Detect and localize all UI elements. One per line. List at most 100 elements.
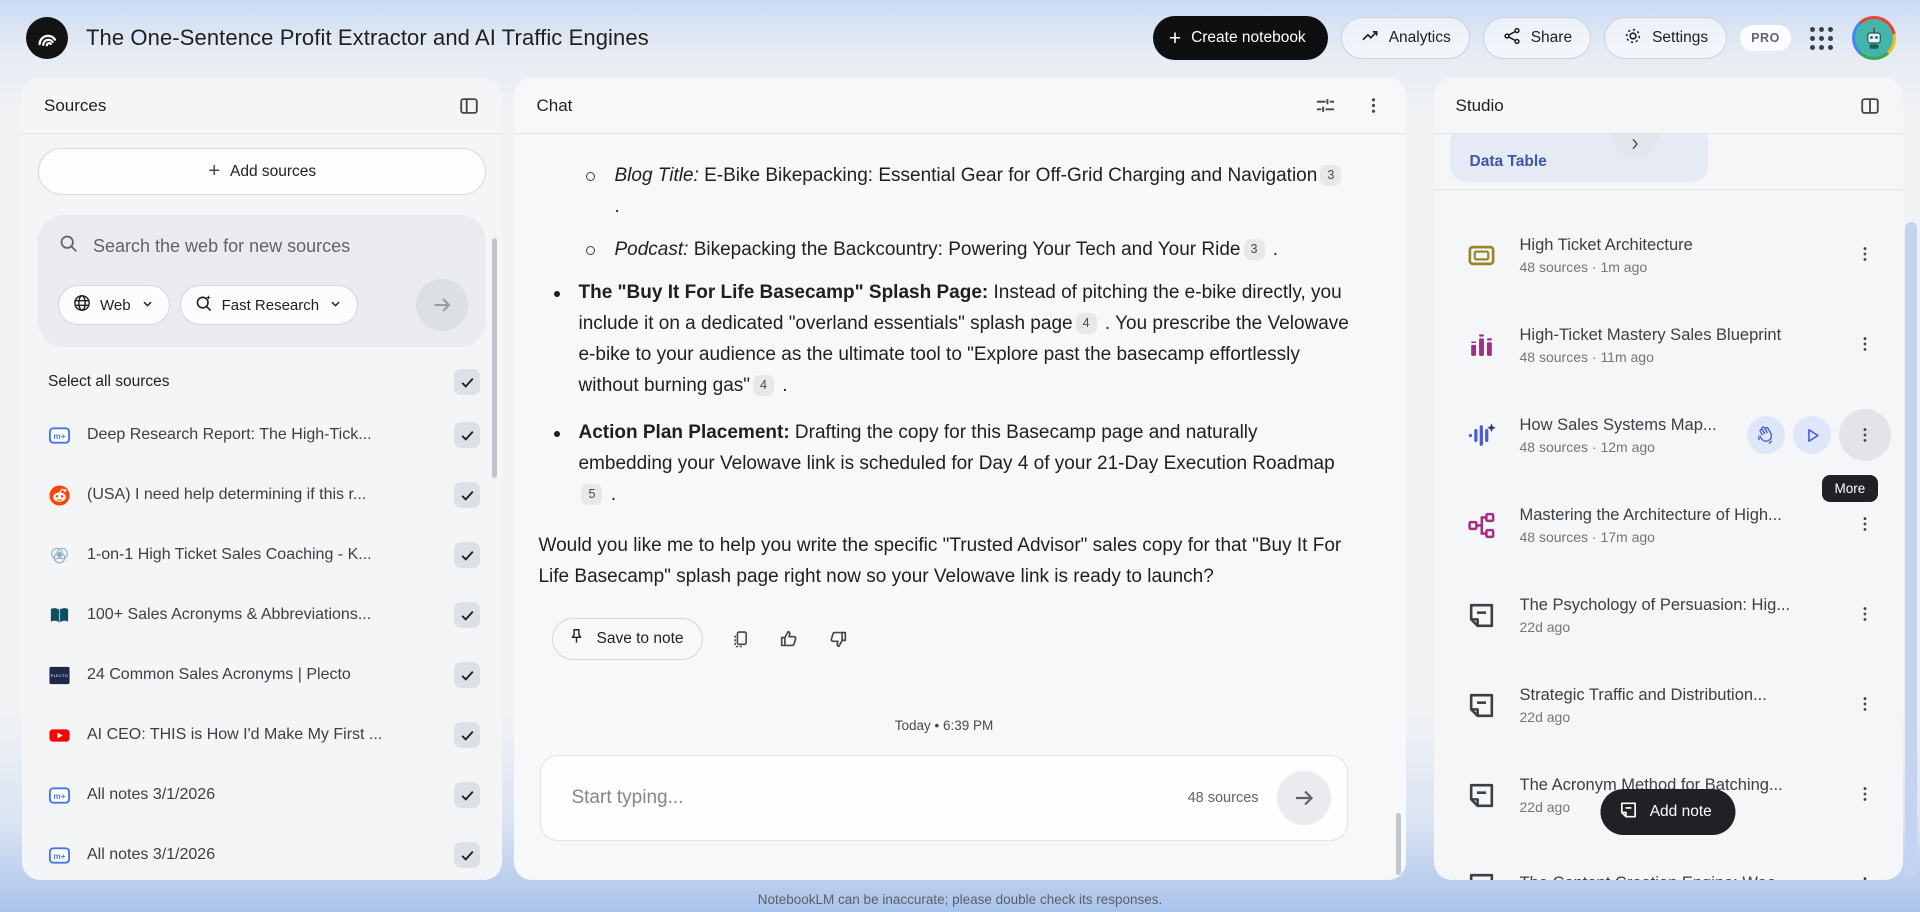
source-checkbox[interactable] bbox=[454, 662, 480, 688]
notebooklm-note-icon: m+ bbox=[48, 784, 72, 807]
source-row[interactable]: 1-on-1 High Ticket Sales Coaching - K... bbox=[38, 525, 486, 585]
text-segment: The "Buy It For Life Basecamp" Splash Pa… bbox=[578, 282, 988, 303]
studio-item-meta: 48 sources · 17m ago bbox=[1520, 529, 1833, 545]
studio-item-title: The Content Creation Engine: Wee... bbox=[1520, 874, 1833, 881]
source-checkbox[interactable] bbox=[454, 482, 480, 508]
flashcards-icon bbox=[1466, 240, 1498, 271]
item-more-menu-icon[interactable] bbox=[1855, 334, 1875, 357]
apps-grid-icon[interactable] bbox=[1804, 21, 1839, 56]
item-more-menu-icon[interactable] bbox=[1839, 409, 1891, 461]
source-checkbox[interactable] bbox=[454, 842, 480, 868]
expand-studio-panel-icon[interactable] bbox=[1859, 95, 1881, 117]
studio-item-title: High Ticket Architecture bbox=[1520, 236, 1833, 255]
studio-list: High Ticket Architecture 48 sources · 1m… bbox=[1434, 210, 1903, 880]
thumbs-up-icon[interactable] bbox=[778, 628, 800, 650]
add-note-button[interactable]: Add note bbox=[1601, 789, 1736, 835]
studio-item-row[interactable]: The Content Creation Engine: Wee... bbox=[1434, 840, 1903, 880]
source-row[interactable]: m+ All notes 3/1/2026 bbox=[38, 765, 486, 825]
chat-settings-tune-icon[interactable] bbox=[1314, 94, 1337, 117]
send-button[interactable] bbox=[1277, 771, 1331, 825]
play-audio-button[interactable] bbox=[1793, 416, 1831, 454]
source-row[interactable]: (USA) I need help determining if this r.… bbox=[38, 465, 486, 525]
svg-text:m+: m+ bbox=[53, 851, 65, 860]
citation-chip[interactable]: 3 bbox=[1320, 165, 1341, 186]
select-all-checkbox[interactable] bbox=[454, 369, 480, 395]
source-row[interactable]: PLECTO 24 Common Sales Acronyms | Plecto bbox=[38, 645, 486, 705]
source-row[interactable]: 100+ Sales Acronyms & Abbreviations... bbox=[38, 585, 486, 645]
studio-item-row[interactable]: How Sales Systems Map... 48 sources · 12… bbox=[1434, 390, 1903, 480]
search-input[interactable] bbox=[93, 236, 468, 257]
item-more-menu-icon[interactable] bbox=[1855, 514, 1875, 537]
note-add-icon bbox=[1619, 800, 1639, 825]
source-checkbox[interactable] bbox=[454, 542, 480, 568]
app-header: The One-Sentence Profit Extractor and AI… bbox=[0, 0, 1920, 76]
page-scrollbar[interactable] bbox=[1905, 222, 1917, 878]
user-avatar[interactable] bbox=[1852, 16, 1896, 60]
add-sources-button[interactable]: + Add sources bbox=[38, 148, 486, 195]
note-icon bbox=[1466, 690, 1498, 721]
plus-icon: + bbox=[1169, 28, 1181, 49]
chat-scrollbar[interactable] bbox=[1396, 813, 1401, 875]
chat-input[interactable] bbox=[571, 787, 1187, 809]
youtube-icon bbox=[48, 724, 72, 747]
source-checkbox[interactable] bbox=[454, 602, 480, 628]
source-checkbox[interactable] bbox=[454, 722, 480, 748]
analytics-button[interactable]: Analytics bbox=[1341, 17, 1470, 59]
settings-label: Settings bbox=[1652, 29, 1708, 47]
thumbs-down-icon[interactable] bbox=[827, 628, 849, 650]
save-to-note-button[interactable]: Save to note bbox=[552, 618, 702, 660]
item-more-menu-icon[interactable] bbox=[1855, 604, 1875, 627]
share-icon bbox=[1502, 26, 1522, 51]
item-more-menu-icon[interactable] bbox=[1855, 694, 1875, 717]
studio-item-row[interactable]: High-Ticket Mastery Sales Blueprint 48 s… bbox=[1434, 300, 1903, 390]
plecto-icon: PLECTO bbox=[48, 664, 72, 687]
text-segment: Action Plan Placement: bbox=[578, 422, 789, 443]
notebooklm-note-icon: m+ bbox=[48, 844, 72, 867]
notebooklm-logo-icon[interactable] bbox=[26, 17, 68, 59]
chat-panel-title: Chat bbox=[536, 96, 572, 116]
studio-item-row[interactable]: The Psychology of Persuasion: Hig... 22d… bbox=[1434, 570, 1903, 660]
web-filter-label: Web bbox=[100, 297, 131, 314]
analytics-label: Analytics bbox=[1389, 29, 1451, 47]
citation-chip[interactable]: 3 bbox=[1244, 239, 1265, 260]
note-icon bbox=[1466, 870, 1498, 881]
notebook-title[interactable]: The One-Sentence Profit Extractor and AI… bbox=[86, 25, 649, 51]
web-filter-dropdown[interactable]: Web bbox=[58, 285, 170, 325]
citation-chip[interactable]: 4 bbox=[753, 375, 774, 396]
item-more-menu-icon[interactable] bbox=[1855, 784, 1875, 807]
pin-icon bbox=[567, 627, 586, 651]
chat-sub-bullet: Podcast: Bikepacking the Backcountry: Po… bbox=[538, 234, 1349, 265]
source-title: Deep Research Report: The High-Tick... bbox=[87, 426, 439, 444]
more-tooltip: More bbox=[1822, 475, 1879, 502]
citation-chip[interactable]: 5 bbox=[581, 484, 602, 505]
research-mode-dropdown[interactable]: Fast Research bbox=[180, 285, 359, 325]
studio-item-meta: 48 sources · 1m ago bbox=[1520, 259, 1833, 275]
source-row[interactable]: m+ All notes 3/1/2026 bbox=[38, 825, 486, 880]
studio-item-title: The Psychology of Persuasion: Hig... bbox=[1520, 596, 1833, 615]
svg-text:m+: m+ bbox=[53, 431, 65, 440]
settings-button[interactable]: Settings bbox=[1604, 17, 1727, 59]
collapse-sources-panel-icon[interactable] bbox=[458, 95, 480, 117]
source-checkbox[interactable] bbox=[454, 782, 480, 808]
sources-scrollbar[interactable] bbox=[492, 238, 497, 478]
submit-search-button[interactable] bbox=[416, 279, 468, 331]
chat-paragraph: Would you like me to help you write the … bbox=[538, 530, 1349, 592]
item-more-menu-icon[interactable] bbox=[1855, 244, 1875, 267]
chat-more-menu-icon[interactable] bbox=[1363, 95, 1384, 116]
source-row[interactable]: AI CEO: THIS is How I'd Make My First ..… bbox=[38, 705, 486, 765]
share-button[interactable]: Share bbox=[1483, 17, 1591, 59]
studio-item-row[interactable]: High Ticket Architecture 48 sources · 1m… bbox=[1434, 210, 1903, 300]
studio-item-title: Strategic Traffic and Distribution... bbox=[1520, 686, 1833, 705]
data-table-chip[interactable]: Data Table bbox=[1450, 134, 1708, 182]
text-segment: Podcast: bbox=[614, 239, 688, 260]
source-title: 1-on-1 High Ticket Sales Coaching - K... bbox=[87, 546, 439, 564]
item-more-menu-icon[interactable] bbox=[1855, 874, 1875, 881]
source-row[interactable]: m+ Deep Research Report: The High-Tick..… bbox=[38, 405, 486, 465]
add-note-label: Add note bbox=[1650, 803, 1712, 821]
interactive-mode-button[interactable] bbox=[1747, 416, 1785, 454]
create-notebook-button[interactable]: + Create notebook bbox=[1153, 16, 1328, 60]
studio-item-row[interactable]: Strategic Traffic and Distribution... 22… bbox=[1434, 660, 1903, 750]
copy-icon[interactable] bbox=[730, 629, 751, 650]
citation-chip[interactable]: 4 bbox=[1076, 313, 1097, 334]
source-checkbox[interactable] bbox=[454, 422, 480, 448]
